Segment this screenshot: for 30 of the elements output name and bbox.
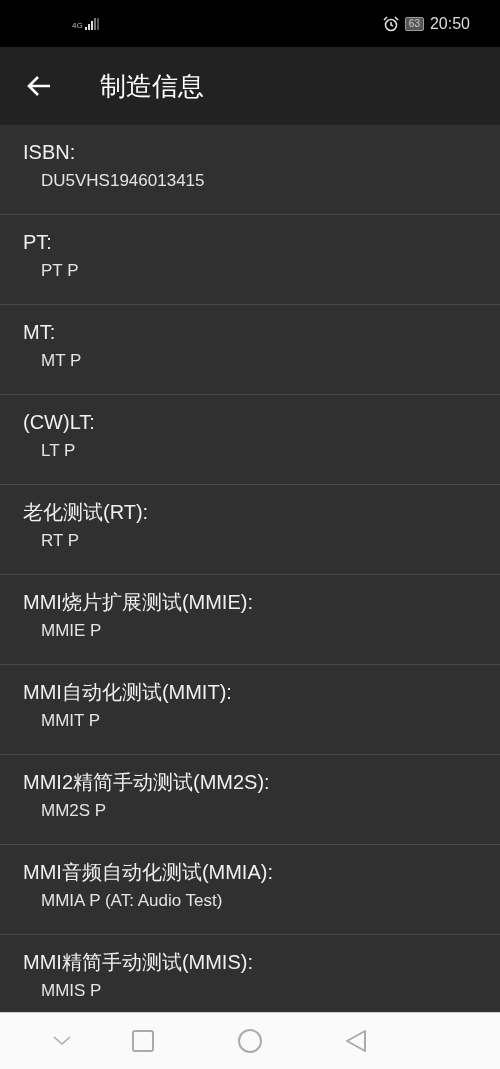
recent-apps-icon[interactable]: [132, 1030, 154, 1052]
signal-icon: [84, 17, 99, 30]
item-value: MM2S P: [41, 800, 108, 822]
item-value: LT P: [41, 440, 77, 462]
item-value: MMIA P (AT: Audio Test): [41, 890, 224, 912]
item-label: ISBN:: [23, 140, 77, 165]
item-label: MMI烧片扩展测试(MMIE):: [23, 590, 254, 615]
item-label: 老化测试(RT):: [23, 500, 150, 525]
network-label: 4G: [72, 20, 83, 30]
item-label: MMI2精简手动测试(MM2S):: [23, 770, 271, 795]
item-value: MT P: [41, 350, 83, 372]
clock: 20:50: [429, 14, 470, 33]
item-label: PT:: [23, 230, 53, 255]
page-title: 制造信息: [100, 69, 204, 103]
item-value: MMIS P: [41, 980, 103, 1002]
item-label: MMI精简手动测试(MMIS):: [23, 950, 254, 975]
home-icon[interactable]: [238, 1029, 262, 1053]
item-label: (CW)LT:: [23, 410, 96, 435]
item-value: MMIE P: [41, 620, 103, 642]
item-value: MMIT P: [41, 710, 102, 732]
item-value: PT P: [41, 260, 80, 282]
item-label: MT:: [23, 320, 57, 345]
battery-level: 63: [404, 16, 424, 31]
alarm-icon: [382, 15, 399, 32]
back-icon[interactable]: [345, 1029, 367, 1053]
hide-keyboard-icon[interactable]: [53, 1036, 71, 1046]
item-value: RT P: [41, 530, 81, 552]
item-label: MMI音频自动化测试(MMIA):: [23, 860, 274, 885]
item-label: MMI自动化测试(MMIT):: [23, 680, 233, 705]
item-value: DU5VHS1946013415: [41, 170, 206, 192]
